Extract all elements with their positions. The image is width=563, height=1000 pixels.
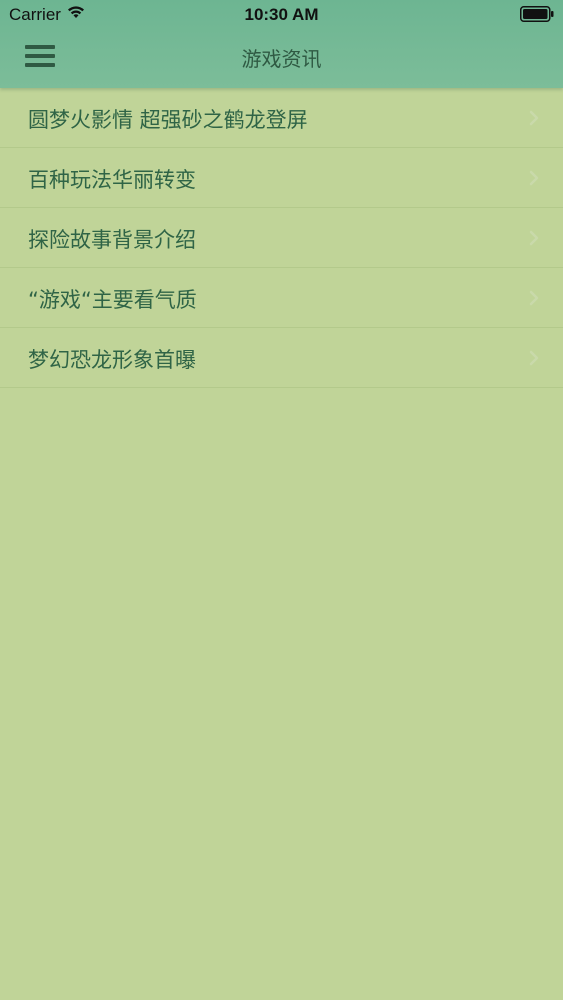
chevron-right-icon (529, 170, 539, 186)
list-item[interactable]: 百种玩法华丽转变 (0, 148, 563, 208)
status-bar: Carrier 10:30 AM (0, 0, 563, 30)
chevron-right-icon (529, 110, 539, 126)
list-item-label: 探险故事背景介绍 (28, 228, 196, 252)
chevron-right-icon (529, 230, 539, 246)
list-item[interactable]: 圆梦火影情 超强砂之鹤龙登屏 (0, 88, 563, 148)
page-title: 游戏资讯 (241, 47, 322, 71)
list-item-label: “游戏“主要看气质 (28, 288, 197, 312)
list-item[interactable]: 梦幻恐龙形象首曝 (0, 328, 563, 388)
list-item-label: 百种玩法华丽转变 (28, 168, 196, 192)
list-item[interactable]: “游戏“主要看气质 (0, 268, 563, 328)
navigation-bar: 游戏资讯 (0, 30, 563, 88)
app-header: Carrier 10:30 AM 游戏资讯 (0, 0, 563, 88)
list-item-label: 梦幻恐龙形象首曝 (28, 348, 196, 372)
chevron-right-icon (529, 350, 539, 366)
status-time: 10:30 AM (244, 5, 319, 24)
chevron-right-icon (529, 290, 539, 306)
battery-icon (520, 6, 554, 22)
list-item-label: 圆梦火影情 超强砂之鹤龙登屏 (28, 108, 308, 132)
list-item[interactable]: 探险故事背景介绍 (0, 208, 563, 268)
news-list: 圆梦火影情 超强砂之鹤龙登屏 百种玩法华丽转变 探险故事背景介绍 “游戏“主要看… (0, 88, 563, 388)
